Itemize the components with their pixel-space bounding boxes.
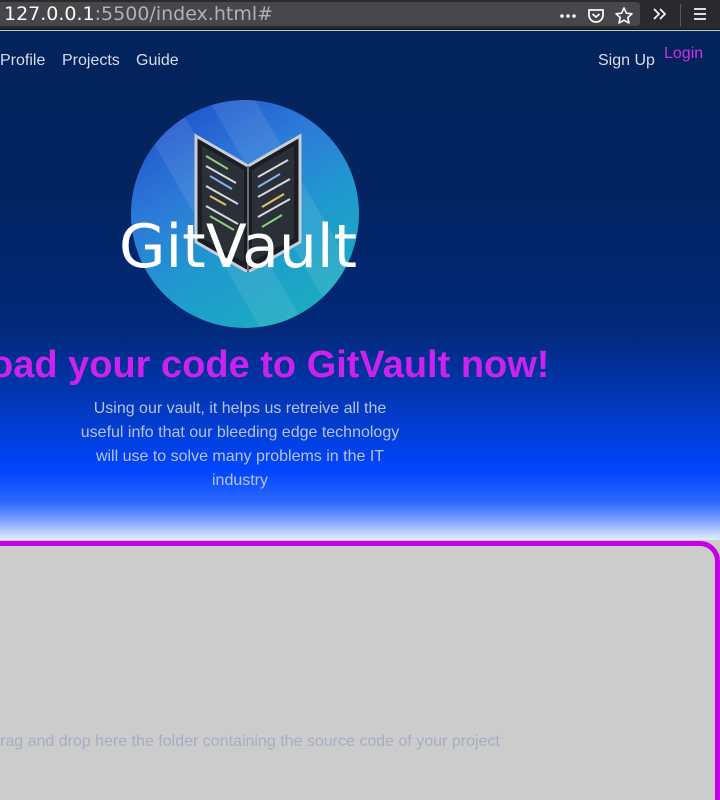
more-horizontal-icon[interactable] — [558, 6, 578, 26]
bookmark-star-icon[interactable] — [614, 6, 634, 26]
hamburger-menu-icon[interactable] — [690, 4, 710, 24]
browser-toolbar: 127.0.0.1:5500/index.html# — [0, 0, 720, 30]
overflow-chevron-icon[interactable] — [650, 4, 670, 24]
hero-headline: oad your code to GitVault now! — [0, 344, 550, 386]
dropzone-instruction: rag and drop here the folder containing … — [0, 733, 500, 750]
toolbar-separator — [680, 4, 681, 26]
nav-signup-link[interactable]: Sign Up — [598, 52, 655, 70]
logo-wordmark: GitVault — [119, 212, 358, 282]
url-text[interactable]: 127.0.0.1:5500/index.html# — [4, 3, 273, 25]
url-host: 127.0.0.1 — [4, 3, 95, 25]
nav-guide-link[interactable]: Guide — [136, 52, 179, 70]
pocket-icon[interactable] — [586, 6, 606, 26]
hero-section: Profile Projects Guide Sign Up Login Git… — [0, 31, 720, 540]
url-bar[interactable]: 127.0.0.1:5500/index.html# — [0, 2, 640, 26]
nav-login-link[interactable]: Login — [664, 45, 703, 63]
url-path: :5500/index.html# — [94, 3, 274, 25]
nav-profile-link[interactable]: Profile — [0, 52, 45, 70]
hero-tagline: Using our vault, it helps us retreive al… — [80, 400, 400, 489]
nav-projects-link[interactable]: Projects — [62, 52, 120, 70]
upload-dropzone[interactable] — [0, 541, 720, 800]
